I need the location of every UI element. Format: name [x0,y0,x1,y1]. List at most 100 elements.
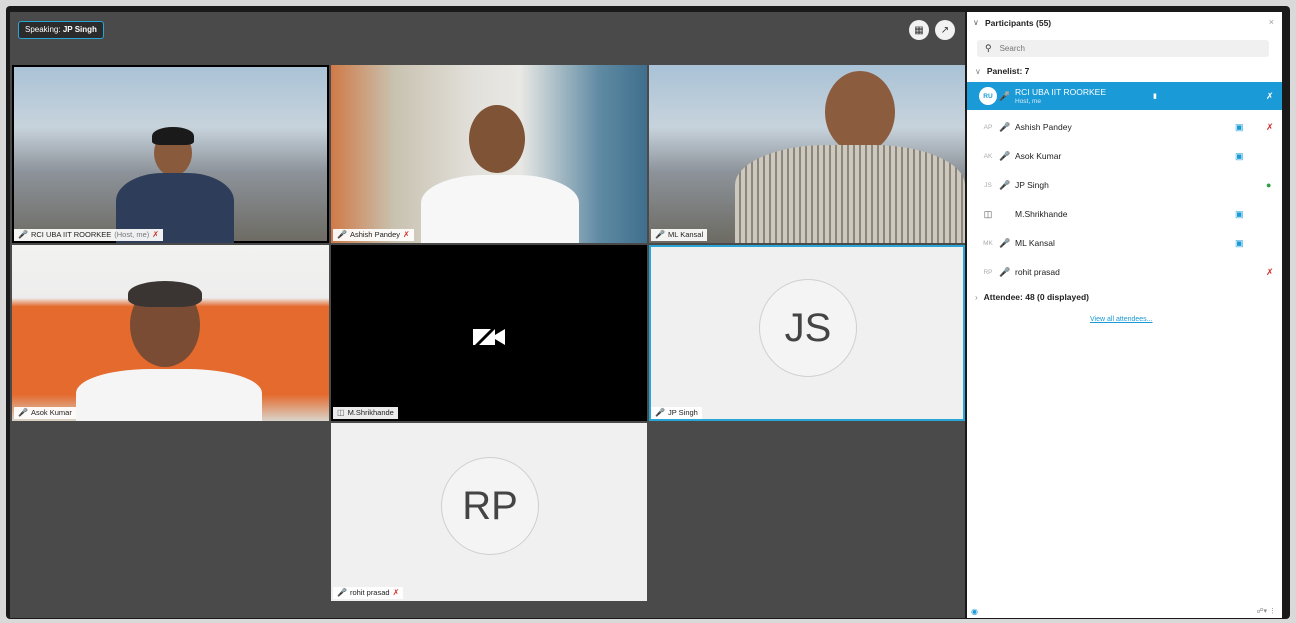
tile-label: 🎤 Ashish Pandey ✗ [333,229,414,241]
attendee-section-header[interactable]: › Attendee: 48 (0 displayed) [975,292,1089,302]
mic-icon: 🎤 [18,408,28,417]
search-input[interactable] [997,43,1252,54]
popout-icon[interactable]: ↗ [935,20,955,40]
shirt [76,369,262,421]
mic-icon: 🎤 [18,230,28,239]
tile-name: rohit prasad [349,588,390,597]
video-tile-jp[interactable]: JS 🎤 JP Singh [649,245,965,421]
settings-icon[interactable]: ☍▾ ⋮ [1256,607,1276,615]
mic-icon: 🎤 [999,237,1011,248]
speaking-prefix: Speaking: [25,25,61,34]
tile-name: Ashish Pandey [349,230,401,239]
mic-icon: 🎤 [999,121,1011,132]
participant-name: JP Singh [1015,180,1049,190]
mic-muted-icon: ✗ [1266,266,1274,277]
avatar: AK [983,152,993,160]
participant-row[interactable]: AP 🎤 Ashish Pandey ▣ ✗ [967,113,1282,141]
video-icon: ▣ [1235,208,1244,219]
mic-muted-icon: ✗ [403,230,410,239]
participant-row[interactable]: AK 🎤 Asok Kumar ▣ [967,142,1282,170]
video-icon: ▣ [1235,150,1244,161]
video-tile-rohit[interactable]: RP 🎤 rohit prasad ✗ [331,423,647,601]
video-icon: ▣ [1235,121,1244,132]
hair [152,127,194,145]
avatar: JS [759,279,857,377]
mic-icon: 🎤 [999,150,1011,161]
chevron-down-icon: ∨ [975,66,981,76]
participant-row[interactable]: JS 🎤 JP Singh ● [967,171,1282,199]
avatar: RP [983,268,993,276]
participant-row[interactable]: ◫ M.Shrikhande ▣ [967,200,1282,228]
tile-name: M.Shrikhande [347,408,394,417]
avatar: RP [441,457,539,555]
participant-name: ML Kansal [1015,238,1055,248]
tile-host: (Host, me) [114,230,150,239]
mic-muted-icon: ✗ [1266,90,1274,101]
speaking-name: JP Singh [62,25,97,34]
participants-panel: ∨ Participants (55) × ⚲ ∨ Panelist: 7 RU… [967,12,1282,618]
mic-icon: 🎤 [999,266,1011,277]
speaking-indicator: Speaking: JP Singh [18,21,104,39]
participant-name: M.Shrikhande [1015,209,1068,219]
panelist-section-header[interactable]: ∨ Panelist: 7 [975,66,1029,76]
shirt [421,175,579,243]
mic-muted-icon: ✗ [152,230,159,239]
panel-header: ∨ Participants (55) × [967,12,1282,34]
monitor-icon: ◫ [983,208,993,219]
view-all-attendees-link[interactable]: View all attendees... [1090,316,1153,323]
mic-icon: 🎤 [999,90,1011,101]
participant-name: rohit prasad [1015,267,1060,277]
search-icon: ⚲ [985,43,992,53]
chevron-right-icon: › [975,292,978,302]
avatar: MK [983,239,993,247]
avatar: RU [979,87,997,105]
tile-name: RCI UBA IIT ROORKEE [30,230,112,239]
participant-row[interactable]: RP 🎤 rohit prasad ✗ [967,258,1282,286]
tile-name: JP Singh [667,408,698,417]
tile-label: 🎤 RCI UBA IIT ROORKEE (Host, me) ✗ [14,229,163,241]
tile-label: ◫ M.Shrikhande [333,407,398,419]
avatar: AP [983,123,993,131]
tile-name: Asok Kumar [30,408,72,417]
video-tile-asok[interactable]: 🎤 Asok Kumar [12,245,329,421]
close-icon[interactable]: × [1269,17,1274,27]
attendee-header: Attendee: 48 (0 displayed) [983,292,1090,302]
video-icon: ▣ [1235,237,1244,248]
participant-row[interactable]: MK 🎤 ML Kansal ▣ [967,229,1282,257]
tile-label: 🎤 JP Singh [651,407,702,419]
participant-name: RCI UBA IIT ROORKEE [1015,87,1107,97]
mic-icon: 🎤 [655,230,665,239]
chevron-down-icon[interactable]: ∨ [973,18,979,27]
mic-muted-icon: ✗ [1266,121,1274,132]
panel-footer: ◉ ☍▾ ⋮ [967,604,1282,618]
mic-icon: 🎤 [999,179,1011,190]
tile-label: 🎤 Asok Kumar [14,407,76,419]
tile-name: ML Kansal [667,230,704,239]
participant-role: Host, me [1015,98,1042,105]
tile-label: 🎤 rohit prasad ✗ [333,587,404,599]
tile-label: 🎤 ML Kansal [651,229,708,241]
hair [128,281,202,307]
video-tile-ml[interactable]: 🎤 ML Kansal [649,65,965,243]
camera-off-icon [471,323,507,355]
shirt [735,145,965,243]
panel-title: Participants (55) [985,18,1052,28]
participant-name: Ashish Pandey [1015,122,1072,132]
panelist-header: Panelist: 7 [986,66,1030,76]
search-box[interactable]: ⚲ [977,40,1269,57]
video-tile-self[interactable]: 🎤 RCI UBA IIT ROORKEE (Host, me) ✗ [12,65,329,243]
mic-active-icon: ● [1266,180,1272,190]
video-tile-shrikhande[interactable]: ◫ M.Shrikhande [331,245,647,421]
video-tile-ashish[interactable]: 🎤 Ashish Pandey ✗ [331,65,647,243]
mic-muted-icon: ✗ [392,588,400,597]
avatar: JS [984,181,992,189]
status-icon[interactable]: ◉ [971,607,978,616]
mic-icon: 🎤 [337,588,347,597]
mic-icon: 🎤 [337,230,347,239]
signal-icon: ▮ [1153,93,1157,100]
participant-row[interactable]: RU 🎤 RCI UBA IIT ROORKEE Host, me ▮ ✗ [967,82,1282,110]
monitor-icon: ◫ [337,408,345,417]
participant-video [825,71,895,153]
mic-icon: 🎤 [655,408,665,417]
grid-icon[interactable]: ▦ [909,20,929,40]
